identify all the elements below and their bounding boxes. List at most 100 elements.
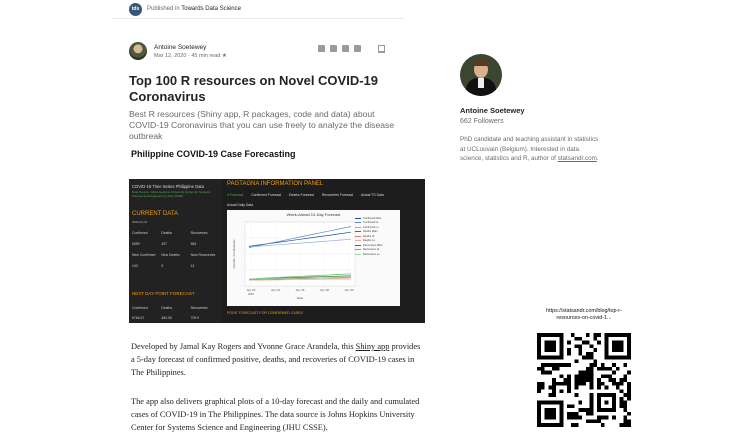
avatar-hair: [473, 59, 489, 66]
facebook-icon[interactable]: [330, 45, 337, 52]
qr-module: [555, 381, 560, 386]
qr-module: [608, 366, 613, 371]
author-avatar[interactable]: [129, 42, 147, 60]
qr-module: [567, 348, 571, 352]
stat-cell: Recoveries: [190, 231, 208, 235]
chart-footer: POINT FORECAST FOR CONFIRMED CASES: [227, 311, 303, 315]
stat-cell: 654: [190, 242, 197, 246]
stat-cell: New Confirmed: [132, 253, 156, 257]
qr-module: [627, 385, 631, 390]
app-tab[interactable]: Confirmed Forecast: [251, 193, 281, 197]
sidebar-followers[interactable]: 662 Followers: [460, 118, 504, 125]
linkedin-icon[interactable]: [342, 45, 349, 52]
next-day-grid: Confirmed Deaths Recoveries 6766.67 454.35 70…: [132, 306, 220, 320]
qr-module: [623, 374, 628, 379]
qr-module: [567, 415, 571, 420]
qr-module: [540, 385, 545, 390]
stat-cell: 6599: [132, 242, 140, 246]
qr-module: [597, 366, 601, 371]
qr-module: [585, 340, 590, 345]
qr-module: [537, 381, 541, 386]
qr-module: [578, 336, 583, 341]
legend-swatch: [355, 249, 361, 251]
qr-module: [567, 374, 571, 379]
next-stat-cell: 709.9: [190, 316, 200, 320]
legend-label: Recoveries Lo: [363, 252, 380, 256]
qr-module: [604, 366, 609, 371]
qr-module: [589, 400, 594, 405]
next-day-heading: NEXT DAY POINT FORECAST: [132, 291, 195, 296]
article-meta: Mar 12, 2020 · 45 min read ★: [154, 52, 227, 59]
qr-module: [597, 333, 601, 337]
author-info: Antoine Soetewey Mar 12, 2020 · 45 min r…: [154, 44, 227, 59]
qr-module: [589, 396, 594, 401]
link-icon[interactable]: [354, 45, 361, 52]
qr-module: [593, 333, 598, 337]
publication-bar[interactable]: tds Published in Towards Data Science: [112, 0, 404, 19]
legend-swatch: [355, 235, 361, 237]
qr-module: [537, 385, 541, 390]
qr-module: [540, 381, 545, 386]
publication-name[interactable]: Towards Data Science: [181, 6, 241, 12]
qr-module: [604, 415, 609, 420]
qr-module: [615, 381, 620, 386]
qr-module: [589, 419, 594, 424]
app-tab[interactable]: 4-Forecast: [227, 193, 243, 197]
app-tab[interactable]: Recoveries Forecast: [322, 193, 353, 197]
qr-module: [540, 366, 545, 371]
qr-module: [597, 378, 601, 382]
qr-module: [548, 393, 553, 397]
publication-label: Published in Towards Data Science: [147, 6, 241, 12]
qr-module: [574, 336, 579, 341]
qr-module: [578, 348, 583, 352]
qr-module: [612, 370, 616, 375]
sidebar-avatar[interactable]: [460, 54, 502, 96]
app-tab[interactable]: Deaths Forecast: [289, 193, 314, 197]
qr-module: [578, 344, 583, 349]
legend-label: Confirmed Main: [363, 216, 382, 220]
bookmark-icon[interactable]: [378, 45, 385, 53]
stat-cell: New Recoveries: [190, 253, 216, 257]
qr-module: [544, 363, 549, 367]
sidebar-author-name[interactable]: Antoine Soetewey: [460, 106, 525, 115]
shiny-app-link[interactable]: Shiny app: [356, 342, 390, 351]
twitter-icon[interactable]: [318, 45, 325, 52]
sidebar-bio-link[interactable]: statsandr.com: [558, 155, 597, 162]
qr-code[interactable]: [537, 333, 631, 427]
qr-module: [627, 423, 631, 427]
qr-module: [615, 366, 620, 371]
qr-module: [600, 415, 605, 420]
published-in-text: Published in: [147, 6, 180, 12]
stat-cell: New Deaths: [161, 253, 180, 257]
qr-logo-leg: [589, 381, 594, 390]
read-time: 45 min read: [191, 52, 221, 59]
qr-module: [593, 419, 598, 424]
app-tab[interactable]: Actual TS Data: [361, 193, 384, 197]
qr-module: [600, 363, 605, 367]
qr-module: [570, 415, 575, 420]
author-row: Antoine Soetewey Mar 12, 2020 · 45 min r…: [129, 42, 227, 60]
qr-module: [567, 385, 571, 390]
qr-module: [612, 415, 616, 420]
qr-url: https://statsandr.com/blog/top-r-resourc…: [546, 308, 622, 321]
sidebar-bio-suffix: .: [596, 155, 599, 162]
x-tick-label: Apr 22: [247, 288, 256, 292]
stat-cell: 437: [161, 242, 167, 246]
qr-module: [623, 423, 628, 427]
author-name[interactable]: Antoine Soetewey: [154, 44, 227, 51]
qr-module: [578, 400, 583, 405]
qr-module: [552, 366, 556, 371]
legend-swatch: [355, 253, 361, 255]
qr-module: [600, 366, 605, 371]
qr-module: [597, 381, 601, 386]
qr-module: [604, 374, 609, 379]
publication-logo[interactable]: tds: [129, 2, 142, 16]
section-heading: Philippine COVID-19 Case Forecasting: [131, 149, 296, 159]
qr-module: [574, 344, 579, 349]
qr-module: [552, 381, 556, 386]
tab-actual-daily: Actual Daily Data: [227, 203, 254, 207]
qr-module: [600, 374, 605, 379]
qr-module: [574, 415, 579, 420]
qr-module: [537, 389, 541, 394]
paragraph-1-prefix: Developed by Jamal Kay Rogers and Yvonne…: [131, 342, 356, 351]
